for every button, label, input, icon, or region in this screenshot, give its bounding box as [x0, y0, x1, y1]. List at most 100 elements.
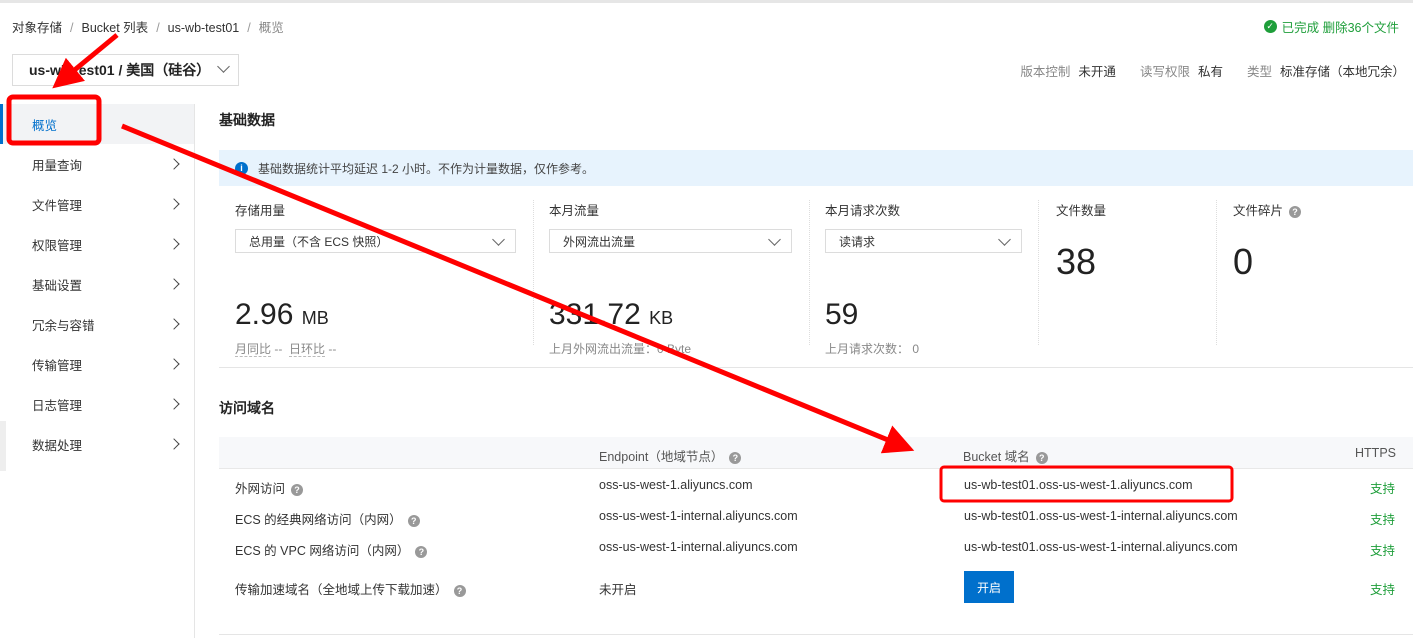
chevron-right-icon — [168, 238, 180, 250]
sidebar-item-label: 权限管理 — [32, 238, 83, 253]
enable-acceleration-button[interactable]: 开启 — [964, 571, 1014, 603]
yoy-label[interactable]: 月同比 — [235, 342, 272, 357]
mom-label[interactable]: 日环比 — [289, 342, 326, 357]
sidebar-item-label: 基础设置 — [32, 278, 83, 293]
header-https: HTTPS — [1355, 446, 1396, 460]
select-value: 总用量（不含 ECS 快照） — [249, 234, 389, 249]
fragments-value: 0 — [1233, 241, 1254, 282]
chevron-right-icon — [168, 158, 180, 170]
divider — [219, 367, 1413, 368]
chevron-right-icon — [168, 198, 180, 210]
row-name: 传输加速域名（全地域上传下载加速） — [235, 583, 448, 597]
header-text: Bucket 域名 — [963, 450, 1030, 464]
value: 2.96 — [235, 298, 294, 331]
chevron-down-icon — [768, 233, 781, 246]
storage-value: 2.96 MB — [235, 298, 516, 332]
requests-value: 59 — [825, 298, 859, 331]
bucket-selector[interactable]: us-wb-test01 / 美国（硅谷） — [12, 54, 239, 86]
traffic-value: 331.72 KB — [549, 298, 792, 332]
help-icon[interactable]: ? — [1289, 205, 1302, 218]
mom-value: -- — [328, 342, 337, 356]
breadcrumb-oss[interactable]: 对象存储 — [12, 21, 62, 35]
type-label: 类型 — [1246, 65, 1272, 79]
card-label: 存储用量 — [235, 204, 286, 218]
https-support: 支持 — [1369, 482, 1395, 496]
help-icon[interactable]: ? — [729, 451, 742, 464]
card-label: 文件碎片? — [1233, 200, 1383, 219]
help-icon[interactable]: ? — [1035, 451, 1048, 464]
row-name: 外网访问 — [235, 482, 286, 496]
select-value: 外网流出流量 — [563, 234, 636, 249]
type-value: 标准存储（本地冗余） — [1279, 65, 1405, 79]
breadcrumb: 对象存储 / Bucket 列表 / us-wb-test01/概览 — [12, 21, 284, 35]
https-support: 支持 — [1369, 544, 1395, 558]
acl-label: 读写权限 — [1139, 65, 1190, 79]
sidebar-item-logs[interactable]: 日志管理 — [0, 384, 194, 424]
help-icon[interactable]: ? — [415, 545, 428, 558]
breadcrumb-bucket[interactable]: us-wb-test01 — [168, 21, 240, 35]
fragments-card: 文件碎片? 0 — [1233, 200, 1383, 345]
requests-card: 本月请求次数 读请求 59 上月请求次数： 0 — [825, 200, 1022, 356]
divider — [809, 200, 810, 345]
sidebar-item-transfer[interactable]: 传输管理 — [0, 344, 194, 384]
info-text: 基础数据统计平均延迟 1-2 小时。不作为计量数据，仅作参考。 — [258, 161, 595, 176]
storage-card: 存储用量 总用量（不含 ECS 快照） 2.96 MB 月同比 -- 日环比 -… — [235, 200, 516, 357]
help-icon[interactable]: ? — [453, 584, 466, 597]
header-bucket-domain: Bucket 域名? — [963, 446, 1048, 465]
chevron-right-icon — [168, 318, 180, 330]
unit: MB — [301, 308, 329, 328]
chevron-right-icon — [168, 358, 180, 370]
bucket-selector-value: us-wb-test01 / 美国（硅谷） — [29, 62, 211, 78]
sidebar-item-label: 数据处理 — [32, 438, 83, 453]
select-value: 读请求 — [839, 234, 876, 249]
sidebar-item-usage[interactable]: 用量查询 — [0, 144, 194, 184]
chevron-down-icon — [492, 233, 505, 246]
versioning-value: 未开通 — [1078, 65, 1116, 79]
check-circle-icon: ✓ — [1263, 20, 1277, 33]
help-icon[interactable]: ? — [291, 483, 304, 496]
chevron-right-icon — [168, 278, 180, 290]
info-icon: i — [235, 161, 248, 175]
chevron-right-icon — [168, 398, 180, 410]
sidebar-item-data-processing[interactable]: 数据处理 — [0, 424, 194, 464]
top-bar — [0, 0, 1413, 3]
divider — [1216, 200, 1217, 345]
sidebar-item-overview[interactable]: 概览 — [0, 104, 194, 144]
label-text: 文件碎片 — [1233, 204, 1284, 218]
sidebar-item-label: 用量查询 — [32, 158, 83, 173]
header-endpoint: Endpoint（地域节点）? — [599, 446, 742, 465]
sidebar-item-files[interactable]: 文件管理 — [0, 184, 194, 224]
unit: KB — [649, 308, 674, 328]
requests-last-month: 上月请求次数： 0 — [825, 342, 920, 356]
help-icon[interactable]: ? — [407, 514, 420, 527]
traffic-type-select[interactable]: 外网流出流量 — [549, 229, 792, 253]
https-support: 支持 — [1369, 513, 1395, 527]
sidebar-item-settings[interactable]: 基础设置 — [0, 264, 194, 304]
sidebar-scrollbar[interactable] — [0, 421, 6, 471]
sidebar-item-permissions[interactable]: 权限管理 — [0, 224, 194, 264]
value: 331.72 — [549, 298, 641, 331]
row-name: ECS 的 VPC 网络访问（内网） — [235, 544, 410, 558]
divider — [1038, 200, 1039, 345]
endpoint: oss-us-west-1.aliyuncs.com — [599, 478, 753, 492]
traffic-last-month: 上月外网流出流量：0 Byte — [549, 342, 692, 356]
card-label: 本月请求次数 — [825, 204, 901, 218]
sidebar-item-label: 概览 — [32, 118, 58, 133]
endpoint: 未开启 — [599, 583, 637, 597]
files-card: 文件数量 38 — [1056, 200, 1206, 345]
sidebar-item-redundancy[interactable]: 冗余与容错 — [0, 304, 194, 344]
domains-title: 访问域名 — [219, 400, 275, 416]
endpoint: oss-us-west-1-internal.aliyuncs.com — [599, 540, 798, 554]
breadcrumb-bucket-list[interactable]: Bucket 列表 — [82, 21, 149, 35]
task-status[interactable]: ✓ 已完成 删除36个文件 — [1263, 17, 1399, 36]
sidebar-item-label: 文件管理 — [32, 198, 83, 213]
info-banner: i 基础数据统计平均延迟 1-2 小时。不作为计量数据，仅作参考。 — [219, 150, 1413, 186]
versioning-label: 版本控制 — [1020, 65, 1071, 79]
request-type-select[interactable]: 读请求 — [825, 229, 1022, 253]
https-support: 支持 — [1369, 583, 1395, 597]
card-label: 本月流量 — [549, 204, 600, 218]
card-label: 文件数量 — [1056, 204, 1107, 218]
chevron-down-icon — [217, 60, 230, 73]
sidebar-item-label: 传输管理 — [32, 358, 83, 373]
storage-type-select[interactable]: 总用量（不含 ECS 快照） — [235, 229, 516, 253]
